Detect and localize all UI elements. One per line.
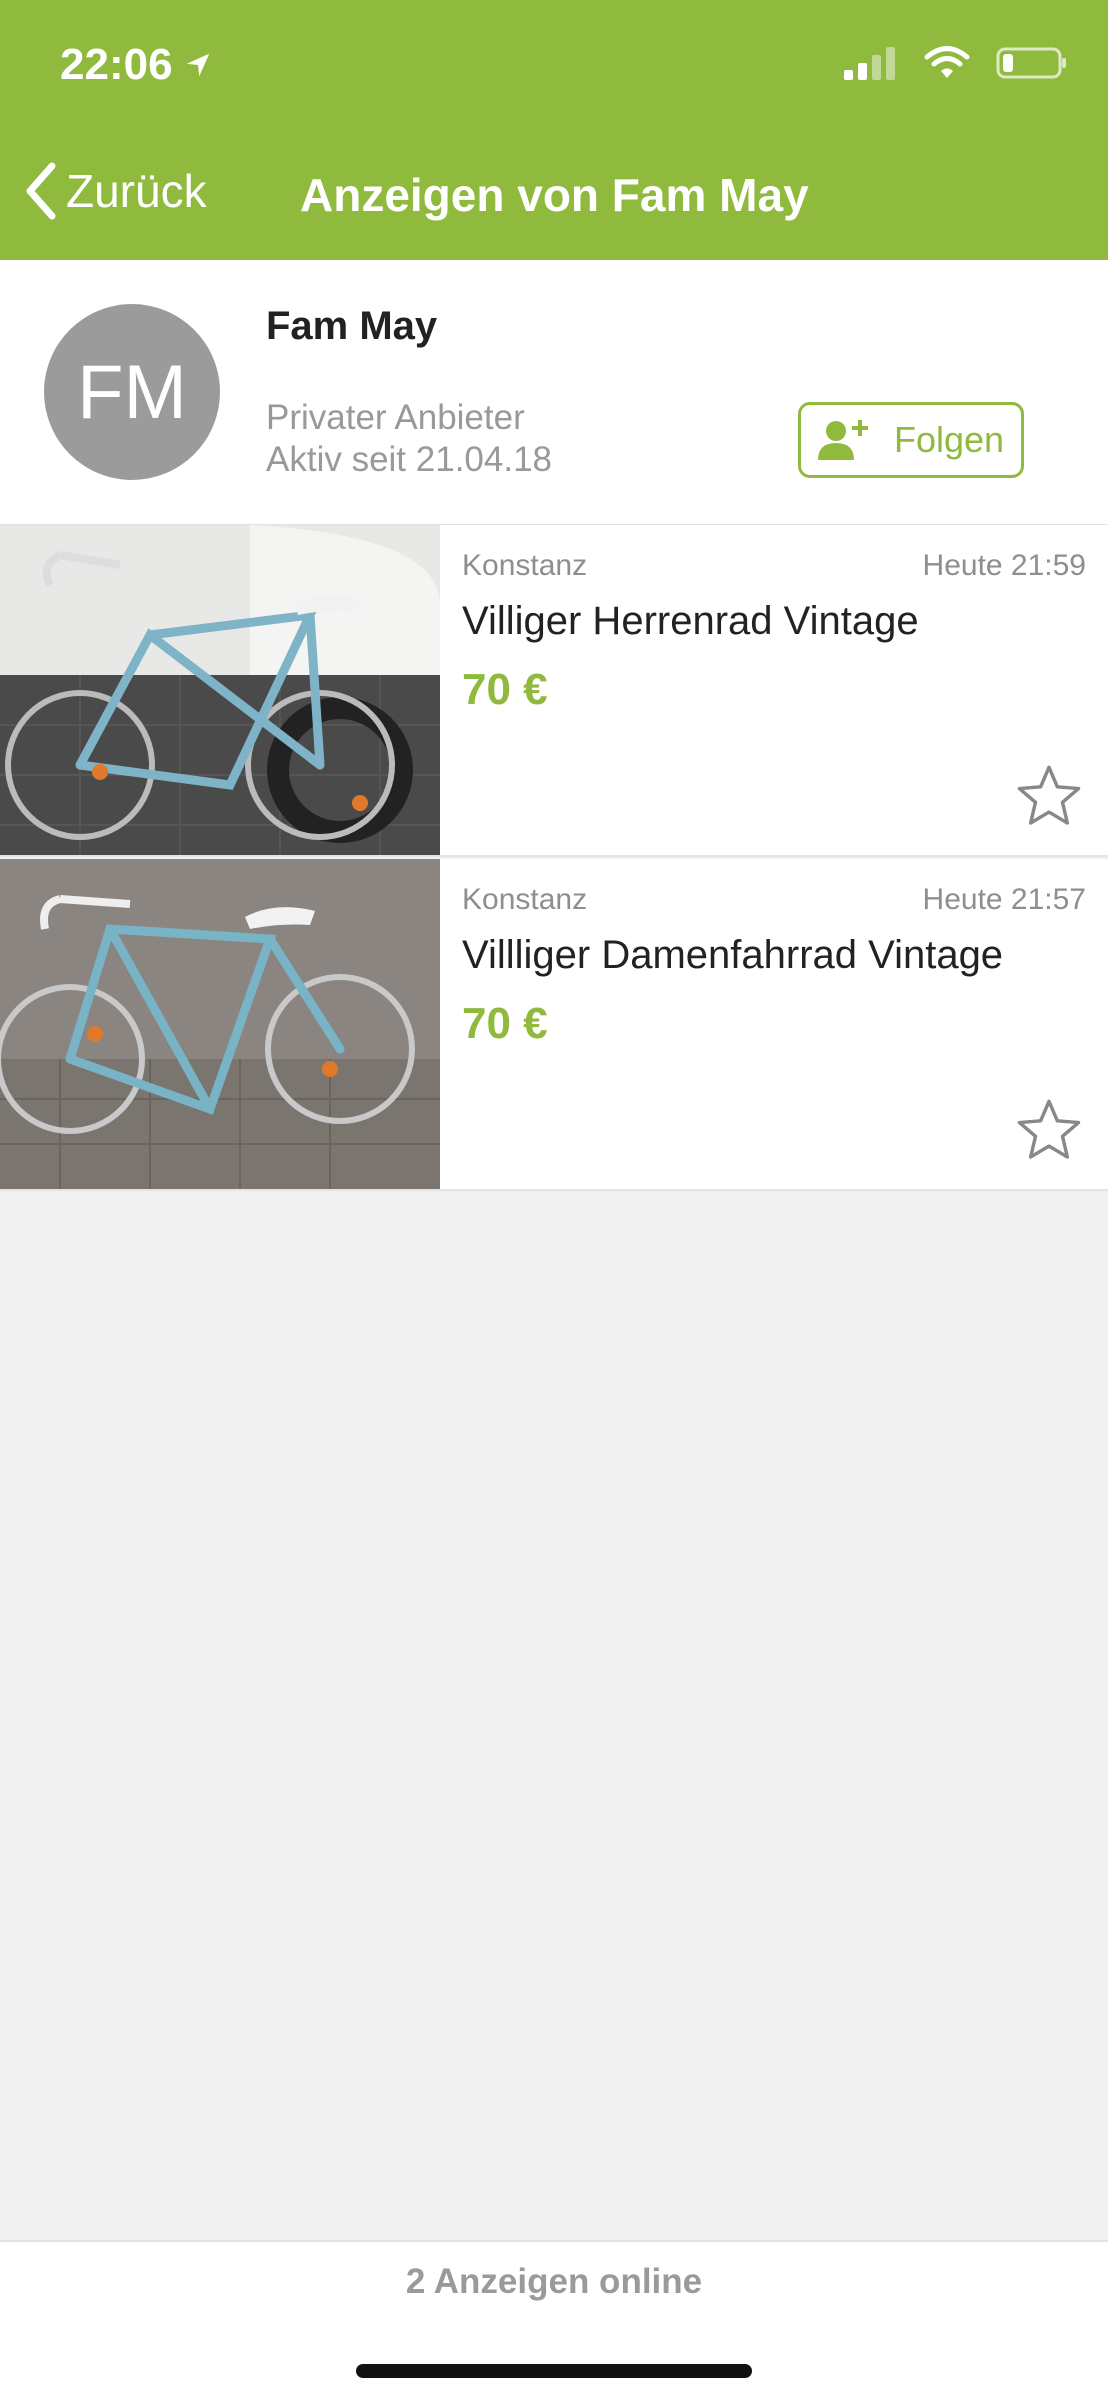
listing-time: Heute 21:57 xyxy=(922,883,1086,916)
listing-count: 2 Anzeigen online xyxy=(405,2262,703,2301)
battery-icon xyxy=(996,47,1066,79)
chevron-left-icon xyxy=(26,162,56,220)
star-icon[interactable] xyxy=(1014,1097,1084,1163)
status-bar-icons xyxy=(844,46,1068,80)
add-user-icon xyxy=(817,420,868,460)
listing-photo xyxy=(0,859,440,1189)
listing-title: Villiger Herrenrad Vintage xyxy=(462,599,919,643)
page-title: Anzeigen von Fam May xyxy=(300,169,809,221)
cellular-signal-icon xyxy=(844,47,895,80)
back-label: Zurück xyxy=(66,165,207,217)
seller-profile: FM Fam May Privater Anbieter Aktiv seit … xyxy=(0,260,1108,526)
seller-active-since: Aktiv seit 21.04.18 xyxy=(266,440,552,479)
listing-price: 70 € xyxy=(462,665,548,714)
listing-title: Villliger Damenfahrrad Vintage xyxy=(462,933,1004,977)
star-icon[interactable] xyxy=(1014,763,1084,829)
wifi-icon xyxy=(924,46,970,78)
app-header: 22:06 Zurück Anzeigen von Fam May xyxy=(0,0,1108,260)
footer-bar: 2 Anzeigen online xyxy=(0,2240,1108,2402)
home-indicator[interactable] xyxy=(356,2364,752,2378)
follow-label: Folgen xyxy=(893,419,1005,460)
status-bar-time: 22:06 xyxy=(60,40,213,90)
listing-time: Heute 21:59 xyxy=(922,549,1086,582)
seller-name: Fam May xyxy=(266,304,438,348)
listing-price: 70 € xyxy=(462,999,548,1048)
listing-location: Konstanz xyxy=(462,549,588,582)
avatar: FM xyxy=(44,304,220,480)
listing-photo xyxy=(0,525,440,855)
listing-item[interactable]: Konstanz Heute 21:57 Villliger Damenfahr… xyxy=(0,859,1108,1191)
seller-type: Privater Anbieter xyxy=(266,398,525,437)
listing-location: Konstanz xyxy=(462,883,588,916)
follow-button[interactable]: Folgen xyxy=(798,402,1024,478)
listing-item[interactable]: Konstanz Heute 21:59 Villiger Herrenrad … xyxy=(0,525,1108,857)
location-arrow-icon xyxy=(186,53,209,77)
clock: 22:06 xyxy=(60,40,173,89)
back-button[interactable]: Zurück xyxy=(24,162,207,220)
